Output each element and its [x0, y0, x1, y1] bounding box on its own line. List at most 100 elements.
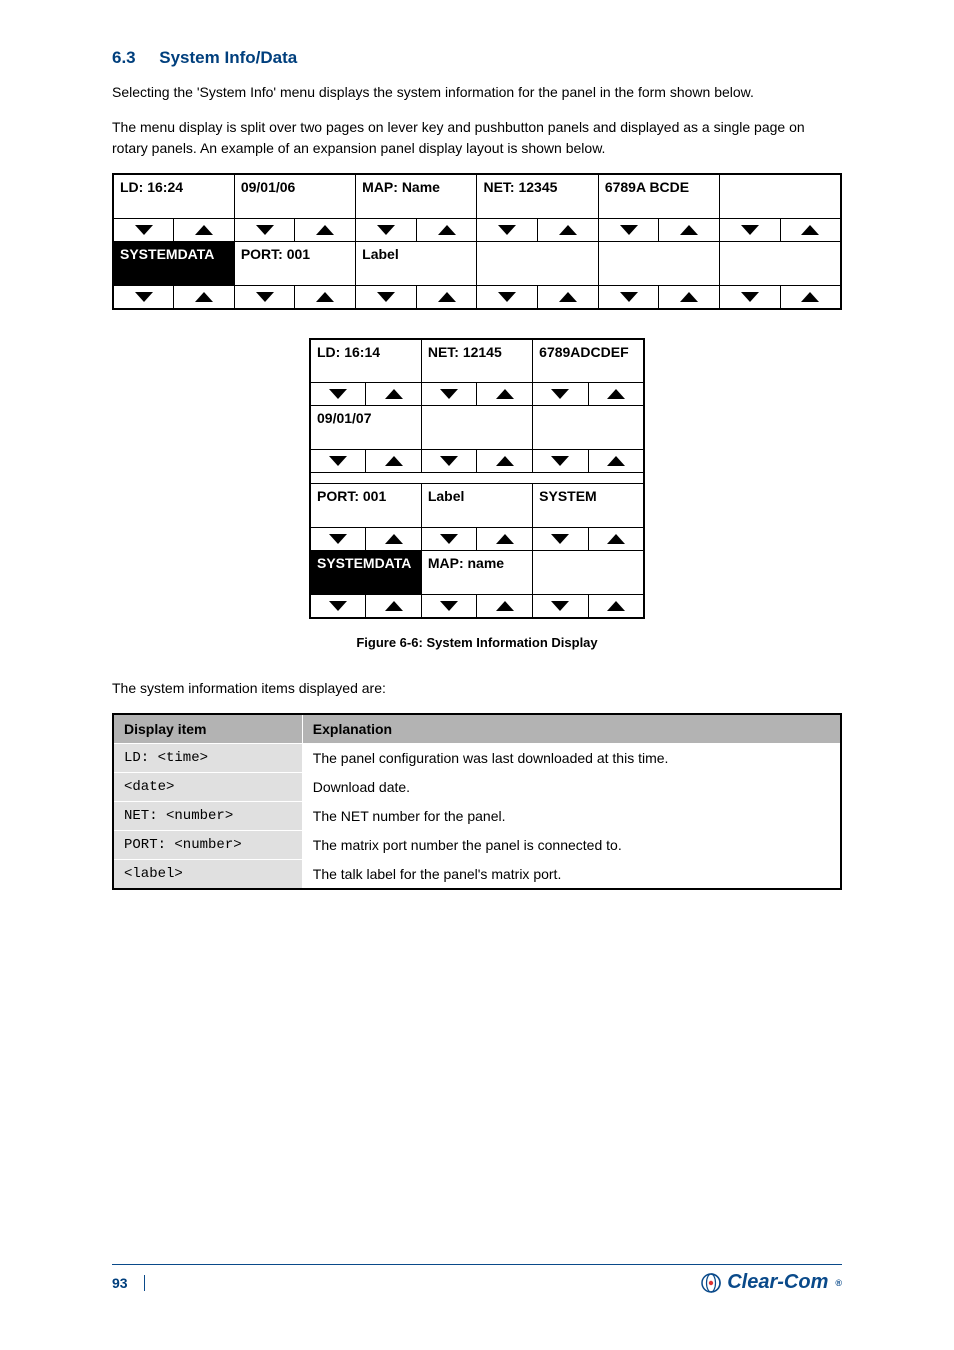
up-arrow-icon: [589, 595, 643, 617]
up-arrow-icon: [366, 595, 420, 617]
down-arrow-icon: [311, 450, 366, 472]
panel-narrow-cell: [533, 406, 644, 450]
up-arrow-icon: [538, 219, 598, 241]
info-table-key: PORT: <number>: [113, 831, 302, 860]
up-arrow-icon: [477, 528, 532, 550]
panel-wide-cell: NET: 12345: [477, 174, 598, 218]
panel-wide-cell: PORT: 001: [234, 241, 355, 285]
panel-narrow-cell: [421, 406, 532, 450]
intro-paragraph-2: The menu display is split over two pages…: [112, 117, 842, 159]
table-row: <date> Download date.: [113, 773, 841, 802]
info-table-header: Display item: [113, 714, 302, 744]
down-arrow-icon: [533, 595, 588, 617]
info-table-val: The talk label for the panel's matrix po…: [302, 860, 841, 890]
panel-narrow-cell: 6789ADCDEF: [533, 339, 644, 383]
panel-wide-cell: 6789A BCDE: [598, 174, 719, 218]
down-arrow-icon: [477, 286, 538, 308]
brand-logo: Clear-Com ®: [701, 1271, 842, 1294]
up-arrow-icon: [477, 450, 532, 472]
panel-narrow-cell: NET: 12145: [421, 339, 532, 383]
panel-wide-cell: [598, 241, 719, 285]
footer-rule: [112, 1264, 842, 1265]
section-number: 6.3: [112, 48, 136, 67]
up-arrow-icon: [417, 219, 477, 241]
up-arrow-icon: [295, 219, 355, 241]
down-arrow-icon: [422, 383, 478, 405]
down-arrow-icon: [422, 528, 478, 550]
down-arrow-icon: [720, 219, 780, 241]
brand-icon: [701, 1273, 721, 1293]
panel-narrow: LD: 16:14 NET: 12145 6789ADCDEF 09/01/07: [309, 338, 645, 620]
info-table-key: LD: <time>: [113, 744, 302, 773]
panel-wide-cell-systemdata: SYSTEMDATA: [113, 241, 234, 285]
down-arrow-icon: [720, 286, 780, 308]
info-table-val: The panel configuration was last downloa…: [302, 744, 841, 773]
up-arrow-icon: [366, 450, 420, 472]
table-row: LD: <time> The panel configuration was l…: [113, 744, 841, 773]
brand-registered: ®: [835, 1278, 842, 1288]
down-arrow-icon: [235, 286, 296, 308]
info-table-key: NET: <number>: [113, 802, 302, 831]
info-table-val: Download date.: [302, 773, 841, 802]
panel-narrow-cell-systemdata: SYSTEMDATA: [310, 551, 421, 595]
up-arrow-icon: [659, 219, 719, 241]
down-arrow-icon: [356, 286, 417, 308]
down-arrow-icon: [477, 219, 538, 241]
up-arrow-icon: [659, 286, 719, 308]
panel-narrow-cell: LD: 16:14: [310, 339, 421, 383]
up-arrow-icon: [295, 286, 355, 308]
panel-wide-cell: [477, 241, 598, 285]
panel-wide-cell: [720, 241, 841, 285]
down-arrow-icon: [599, 286, 660, 308]
down-arrow-icon: [311, 383, 366, 405]
figure-caption: Figure 6-6: System Information Display: [112, 635, 842, 650]
up-arrow-icon: [589, 383, 643, 405]
info-table-header: Explanation: [302, 714, 841, 744]
section-title: 6.3 System Info/Data: [112, 48, 842, 68]
panel-wide-cell: Label: [356, 241, 477, 285]
up-arrow-icon: [589, 528, 643, 550]
info-table-val: The NET number for the panel.: [302, 802, 841, 831]
panel-narrow-cell: [533, 551, 644, 595]
down-arrow-icon: [599, 219, 660, 241]
down-arrow-icon: [235, 219, 296, 241]
down-arrow-icon: [533, 383, 588, 405]
panel-wide-cell: LD: 16:24: [113, 174, 234, 218]
down-arrow-icon: [311, 595, 366, 617]
down-arrow-icon: [311, 528, 366, 550]
page-number: 93: [112, 1275, 145, 1291]
up-arrow-icon: [366, 383, 420, 405]
up-arrow-icon: [174, 286, 233, 308]
down-arrow-icon: [422, 595, 478, 617]
up-arrow-icon: [589, 450, 643, 472]
intro-paragraph-1: Selecting the 'System Info' menu display…: [112, 82, 842, 103]
figure-number: Figure 6-6:: [356, 635, 422, 650]
page: 6.3 System Info/Data Selecting the 'Syst…: [0, 0, 954, 1350]
up-arrow-icon: [781, 286, 840, 308]
panel-wide-cell: 09/01/06: [234, 174, 355, 218]
section-heading: System Info/Data: [159, 48, 297, 67]
up-arrow-icon: [477, 383, 532, 405]
panel-narrow-cell: 09/01/07: [310, 406, 421, 450]
down-arrow-icon: [356, 219, 417, 241]
up-arrow-icon: [174, 219, 233, 241]
brand-name: Clear-Com: [727, 1271, 828, 1294]
up-arrow-icon: [477, 595, 532, 617]
info-table-key: <label>: [113, 860, 302, 890]
down-arrow-icon: [114, 219, 174, 241]
up-arrow-icon: [538, 286, 598, 308]
panel-wide-cell: MAP: Name: [356, 174, 477, 218]
up-arrow-icon: [366, 528, 420, 550]
panel-divider: [310, 473, 421, 484]
down-arrow-icon: [422, 450, 478, 472]
info-table-val: The matrix port number the panel is conn…: [302, 831, 841, 860]
up-arrow-icon: [417, 286, 477, 308]
info-table: Display item Explanation LD: <time> The …: [112, 713, 842, 890]
panel-narrow-cell: PORT: 001: [310, 484, 421, 528]
down-arrow-icon: [533, 528, 588, 550]
table-row: PORT: <number> The matrix port number th…: [113, 831, 841, 860]
page-footer: 93 Clear-Com ®: [112, 1264, 842, 1294]
figure-text: System Information Display: [426, 635, 597, 650]
panel-wide-cell: [720, 174, 841, 218]
table-row: <label> The talk label for the panel's m…: [113, 860, 841, 890]
